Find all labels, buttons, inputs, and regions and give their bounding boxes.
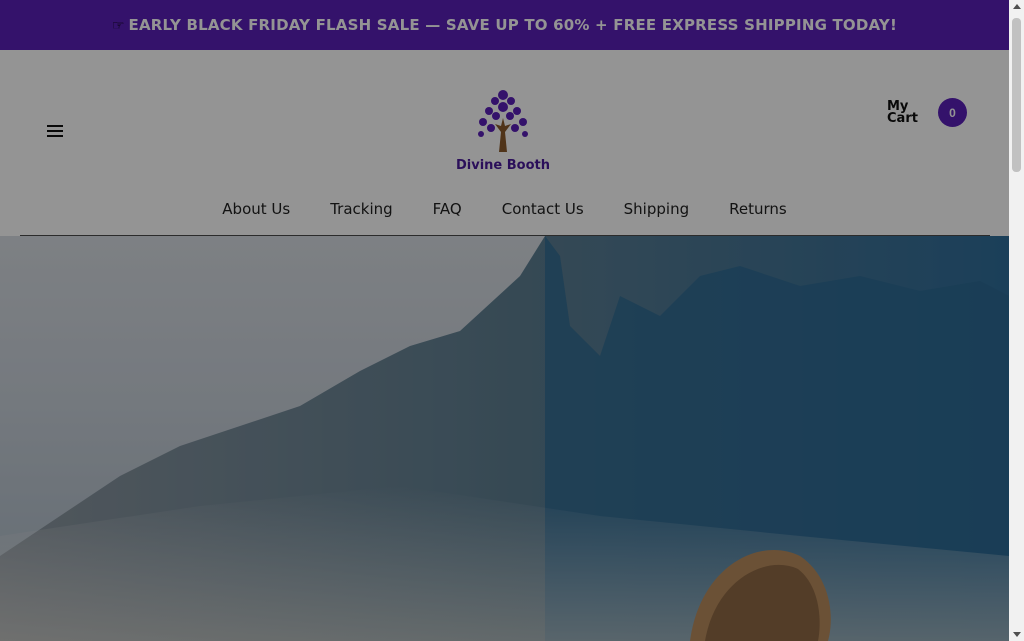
nav-item-tracking[interactable]: Tracking (330, 200, 392, 218)
nav-item-shipping[interactable]: Shipping (624, 200, 689, 218)
pointing-hand-icon: ☞ (111, 16, 125, 33)
site-header: Divine Booth My Cart 0 About Us Tracking… (0, 50, 1009, 236)
page-viewport: ☞ EARLY BLACK FRIDAY FLASH SALE — SAVE U… (0, 0, 1009, 641)
scroll-up-arrow-icon[interactable] (1013, 4, 1021, 9)
logo-text: Divine Booth (455, 158, 550, 173)
promo-text: EARLY BLACK FRIDAY FLASH SALE — SAVE UP … (128, 16, 898, 34)
promo-banner[interactable]: ☞ EARLY BLACK FRIDAY FLASH SALE — SAVE U… (0, 0, 1009, 50)
cart-label: My Cart (887, 98, 918, 126)
nav-item-contact-us[interactable]: Contact Us (502, 200, 584, 218)
scrollbar-thumb[interactable] (1012, 18, 1021, 172)
site-logo[interactable]: Divine Booth (455, 88, 551, 176)
tree-logo-icon (478, 90, 528, 152)
nav-item-faq[interactable]: FAQ (433, 200, 462, 218)
hero-image (0, 236, 1009, 641)
cart-button[interactable]: My Cart 0 (887, 98, 967, 127)
hamburger-icon[interactable] (47, 125, 63, 139)
vertical-scrollbar[interactable] (1009, 0, 1024, 641)
cart-count-badge: 0 (938, 98, 967, 127)
scroll-down-arrow-icon[interactable] (1013, 632, 1021, 637)
nav-item-returns[interactable]: Returns (729, 200, 787, 218)
nav-item-about-us[interactable]: About Us (222, 200, 290, 218)
main-nav: About Us Tracking FAQ Contact Us Shippin… (0, 200, 1009, 218)
